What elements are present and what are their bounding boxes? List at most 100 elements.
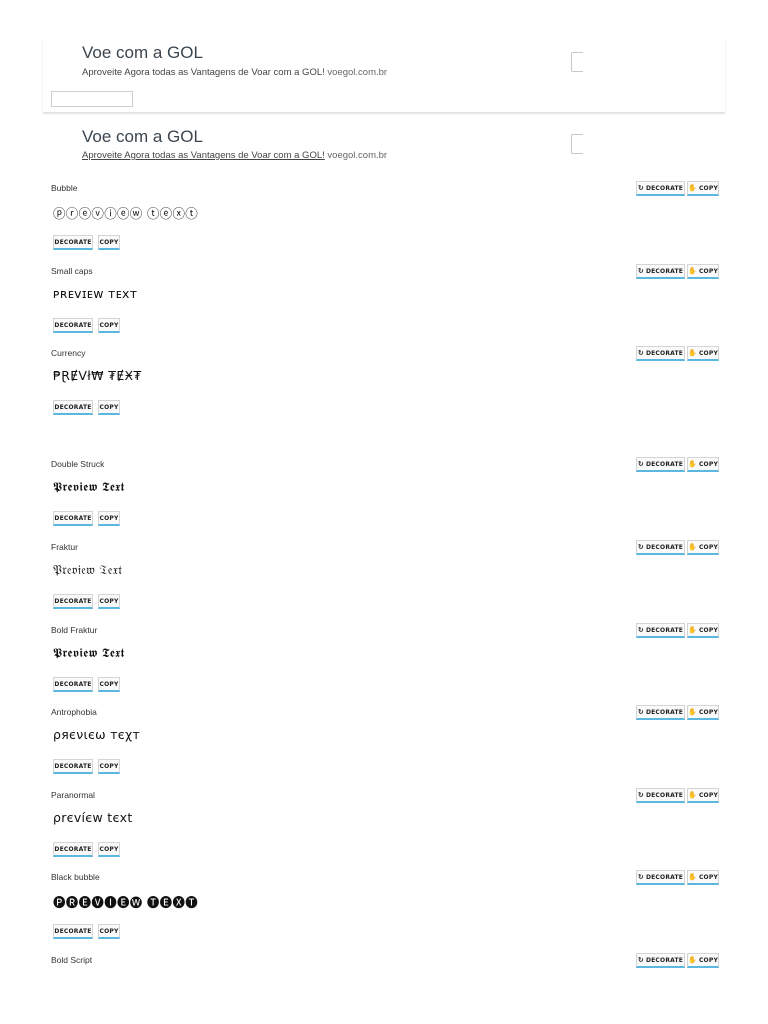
decorate-icon: ↻ [637, 872, 644, 881]
ad-input-box[interactable] [51, 91, 133, 107]
ad-title[interactable]: Voe com a GOL [82, 43, 203, 63]
decorate-button-small[interactable]: DECORATE [53, 677, 93, 692]
decorate-button-small[interactable]: DECORATE [53, 594, 93, 609]
copy-button-small[interactable]: COPY [98, 677, 120, 692]
decorate-button-small[interactable]: DECORATE [53, 511, 93, 526]
copy-button[interactable]: ✋ COPY [687, 705, 719, 720]
ad-banner[interactable]: Voe com a GOL Aproveite Agora todas as V… [43, 38, 725, 113]
font-style-row: Small caps ↻ DECORATE ✋ COPY ᴘʀᴇᴠɪᴇᴡ ᴛᴇxᴛ DECO… [0, 264, 768, 349]
style-name: Black bubble [51, 872, 100, 882]
decorate-button[interactable]: ↻ DECORATE [636, 540, 685, 555]
style-name: Small caps [51, 266, 93, 276]
font-style-row: Black bubble ↻ DECORATE ✋ COPY 🅟🅡🅔🅥🅘🅔🅦 🅣🅔🅧🅣 DE… [0, 870, 768, 955]
preview-text[interactable]: 𝔓𝔯𝔢𝔳𝔦𝔢𝔴 𝔗𝔢𝔵𝔱 [53, 562, 122, 578]
preview-text[interactable]: 🅟🅡🅔🅥🅘🅔🅦 🅣🅔🅧🅣 [53, 892, 198, 911]
decorate-button[interactable]: ↻ DECORATE [636, 788, 685, 803]
decorate-button[interactable]: ↻ DECORATE [636, 346, 685, 361]
copy-button-small[interactable]: COPY [98, 842, 120, 857]
decorate-icon: ↻ [637, 625, 644, 634]
preview-text[interactable]: ᴘʀᴇᴠɪᴇᴡ ᴛᴇxᴛ [53, 286, 137, 301]
ad-arrow-icon[interactable] [571, 134, 583, 154]
copy-button-small[interactable]: COPY [98, 924, 120, 939]
copy-button[interactable]: ✋ COPY [687, 623, 719, 638]
copy-button-small[interactable]: COPY [98, 400, 120, 415]
decorate-button[interactable]: ↻ DECORATE [636, 264, 685, 279]
copy-button-small[interactable]: COPY [98, 235, 120, 250]
decorate-button[interactable]: ↻ DECORATE [636, 623, 685, 638]
preview-text[interactable]: 𝕻𝖗𝖊𝖛𝖎𝖊𝖜 𝕿𝖊𝖝𝖙 [53, 645, 125, 661]
decorate-button-small[interactable]: DECORATE [53, 400, 93, 415]
style-name: Paranormal [51, 790, 95, 800]
copy-button[interactable]: ✋ COPY [687, 457, 719, 472]
copy-button[interactable]: ✋ COPY [687, 953, 719, 968]
ad-url[interactable]: voegol.com.br [327, 67, 387, 78]
copy-button-small[interactable]: COPY [98, 759, 120, 774]
font-style-row: Double Struck ↻ DECORATE ✋ COPY 𝕻𝖗𝖊𝖛𝖎𝖊𝖜 𝕿𝖊𝖝𝖙 D… [0, 457, 768, 542]
decorate-button-small[interactable]: DECORATE [53, 924, 93, 939]
preview-text[interactable]: ₱ⱤɆVł₩ ₮ɆӾ₮ [53, 368, 142, 383]
copy-icon: ✋ [688, 707, 697, 716]
preview-text[interactable]: ρяєνιєω тєχт [53, 727, 140, 742]
decorate-label: DECORATE [645, 956, 684, 964]
decorate-label: DECORATE [645, 791, 684, 799]
copy-icon: ✋ [688, 790, 697, 799]
preview-text[interactable]: 𝕻𝖗𝖊𝖛𝖎𝖊𝖜 𝕿𝖊𝖝𝖙 [53, 479, 125, 495]
ad-arrow-icon[interactable] [571, 52, 583, 72]
copy-icon: ✋ [688, 542, 697, 551]
copy-label: COPY [698, 460, 718, 468]
font-style-row: Paranormal ↻ DECORATE ✋ COPY ρrєvíєw tєxt DECO… [0, 788, 768, 873]
copy-button[interactable]: ✋ COPY [687, 788, 719, 803]
preview-text[interactable]: ρrєvíєw tєxt [53, 810, 133, 825]
ad-banner-2[interactable]: Voe com a GOL Aproveite Agora todas as V… [43, 122, 725, 168]
copy-icon: ✋ [688, 459, 697, 468]
copy-button-small[interactable]: COPY [98, 511, 120, 526]
ad-title[interactable]: Voe com a GOL [82, 127, 203, 147]
decorate-button-small[interactable]: DECORATE [53, 842, 93, 857]
font-style-row: Bold Script ↻ DECORATE ✋ COPY [0, 953, 768, 1024]
decorate-button[interactable]: ↻ DECORATE [636, 870, 685, 885]
decorate-button[interactable]: ↻ DECORATE [636, 181, 685, 196]
decorate-icon: ↻ [637, 266, 644, 275]
decorate-button[interactable]: ↻ DECORATE [636, 457, 685, 472]
font-style-row: Antrophobia ↻ DECORATE ✋ COPY ρяєνιєω тєχт DEC… [0, 705, 768, 790]
copy-label: COPY [698, 791, 718, 799]
font-style-row: Currency ↻ DECORATE ✋ COPY ₱ⱤɆVł₩ ₮ɆӾ₮ DECORAT… [0, 346, 768, 431]
decorate-icon: ↻ [637, 707, 644, 716]
decorate-label: DECORATE [645, 349, 684, 357]
decorate-label: DECORATE [645, 267, 684, 275]
ad-description-text: Aproveite Agora todas as Vantagens de Vo… [82, 67, 325, 78]
copy-button[interactable]: ✋ COPY [687, 181, 719, 196]
decorate-label: DECORATE [645, 626, 684, 634]
font-style-row: Bold Fraktur ↻ DECORATE ✋ COPY 𝕻𝖗𝖊𝖛𝖎𝖊𝖜 𝕿𝖊𝖝𝖙 DE… [0, 623, 768, 708]
copy-label: COPY [698, 708, 718, 716]
preview-text[interactable]: ⓟⓡⓔⓥⓘⓔⓦ ⓣⓔⓧⓣ [53, 203, 198, 222]
decorate-icon: ↻ [637, 955, 644, 964]
ad-description[interactable]: Aproveite Agora todas as Vantagens de Vo… [82, 67, 387, 78]
copy-button[interactable]: ✋ COPY [687, 264, 719, 279]
copy-label: COPY [698, 873, 718, 881]
style-name: Bubble [51, 183, 78, 193]
copy-icon: ✋ [688, 872, 697, 881]
copy-button-small[interactable]: COPY [98, 318, 120, 333]
copy-button[interactable]: ✋ COPY [687, 346, 719, 361]
decorate-icon: ↻ [637, 348, 644, 357]
style-name: Double Struck [51, 459, 105, 469]
decorate-button[interactable]: ↻ DECORATE [636, 705, 685, 720]
decorate-button-small[interactable]: DECORATE [53, 318, 93, 333]
copy-button[interactable]: ✋ COPY [687, 870, 719, 885]
copy-button[interactable]: ✋ COPY [687, 540, 719, 555]
font-style-row: Fraktur ↻ DECORATE ✋ COPY 𝔓𝔯𝔢𝔳𝔦𝔢𝔴 𝔗𝔢𝔵𝔱 DECORAT… [0, 540, 768, 625]
decorate-icon: ↻ [637, 459, 644, 468]
decorate-label: DECORATE [645, 543, 684, 551]
ad-url[interactable]: voegol.com.br [327, 150, 387, 161]
decorate-label: DECORATE [645, 184, 684, 192]
ad-description[interactable]: Aproveite Agora todas as Vantagens de Vo… [82, 150, 387, 161]
decorate-button[interactable]: ↻ DECORATE [636, 953, 685, 968]
ad-description-text[interactable]: Aproveite Agora todas as Vantagens de Vo… [82, 150, 325, 161]
decorate-button-small[interactable]: DECORATE [53, 235, 93, 250]
copy-button-small[interactable]: COPY [98, 594, 120, 609]
copy-icon: ✋ [688, 183, 697, 192]
style-name: Bold Fraktur [51, 625, 98, 635]
decorate-button-small[interactable]: DECORATE [53, 759, 93, 774]
style-name: Bold Script [51, 955, 93, 965]
